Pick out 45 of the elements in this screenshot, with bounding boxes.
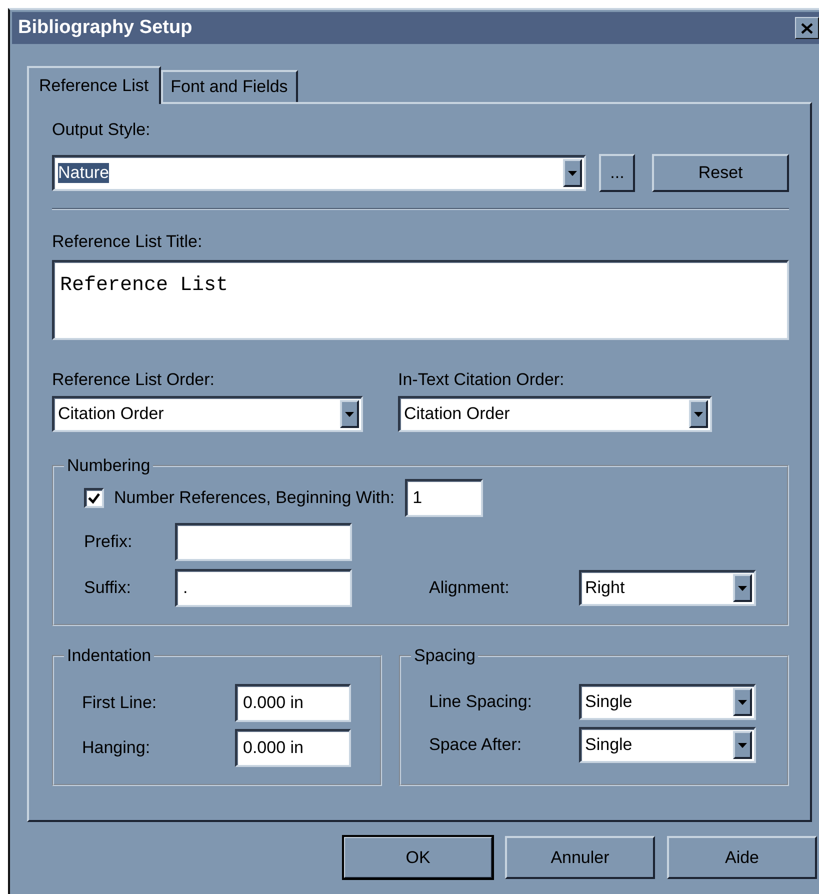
check-icon: [88, 492, 100, 504]
field-label: Reference List Order:: [52, 370, 216, 390]
spacing-dropdown[interactable]: Single: [579, 727, 756, 763]
close-icon: [801, 22, 813, 34]
checkbox-label: Number References, Beginning With:: [114, 488, 395, 508]
tab[interactable]: Reference List: [27, 66, 161, 104]
group-title: Numbering: [66, 456, 152, 476]
field-label: Hanging:: [82, 738, 152, 758]
field-label: Suffix:: [84, 578, 132, 598]
field-label: Reference List Title:: [52, 232, 204, 252]
reset-button[interactable]: Reset: [652, 154, 789, 192]
spacing-dropdown[interactable]: Single: [579, 684, 756, 720]
caret-icon: [738, 742, 747, 748]
group-title: Spacing: [413, 646, 476, 666]
dialog-button[interactable]: OK: [343, 836, 493, 879]
window-title: Bibliography Setup: [18, 17, 192, 39]
order-dropdown[interactable]: Citation Order: [398, 396, 712, 432]
order-dropdown[interactable]: Citation Order: [52, 396, 363, 432]
suffix-field[interactable]: .: [175, 569, 352, 607]
caret-icon: [568, 170, 578, 176]
browse-button[interactable]: ...: [599, 154, 636, 192]
field-label: Alignment:: [429, 578, 510, 598]
alignment-dropdown[interactable]: Right: [579, 570, 756, 606]
caret-icon: [738, 700, 747, 704]
indent-field[interactable]: 0.000 in: [235, 684, 351, 722]
caret-icon: [738, 586, 747, 590]
field-label: Space After:: [429, 735, 523, 755]
field-label: Output Style:: [52, 120, 152, 140]
dialog-button[interactable]: Aide: [667, 836, 817, 879]
field-label: First Line:: [82, 693, 158, 713]
caret-icon: [345, 412, 354, 416]
caret-icon: [694, 412, 703, 416]
field-label: Line Spacing:: [429, 692, 534, 712]
close-button[interactable]: [795, 17, 819, 39]
group-title: Indentation: [66, 646, 152, 666]
title-field[interactable]: Reference List: [52, 260, 789, 340]
prefix-field[interactable]: [175, 523, 352, 561]
number-field[interactable]: 1: [404, 479, 483, 517]
dialog-button[interactable]: Annuler: [505, 836, 655, 879]
checkbox[interactable]: [84, 488, 104, 508]
output-style-dropdown[interactable]: Nature: [52, 155, 586, 191]
tab[interactable]: Font and Fields: [160, 70, 298, 102]
field-label: Prefix:: [84, 532, 134, 552]
field-label: In-Text Citation Order:: [398, 370, 566, 390]
indent-field[interactable]: 0.000 in: [235, 729, 351, 767]
